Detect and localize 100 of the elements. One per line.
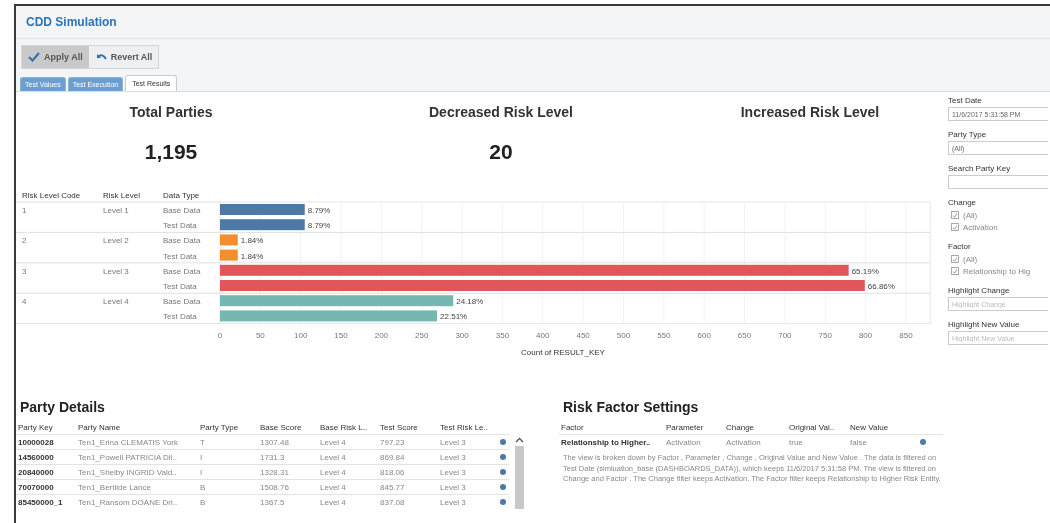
axis-tick-label: 150 <box>334 330 348 340</box>
table-cell: Level 4 <box>318 494 378 509</box>
column-header: Base Score <box>258 423 318 435</box>
apply-all-button[interactable]: Apply All <box>22 46 89 68</box>
checkbox[interactable] <box>951 255 959 263</box>
search-field[interactable] <box>948 175 1048 189</box>
row-header: Level 1 <box>103 206 129 215</box>
table-cell: 20840000 <box>16 464 76 480</box>
table-cell: 1307.48 <box>258 434 318 450</box>
table-cell: 10000028 <box>16 434 76 450</box>
row-header: Base Data <box>163 206 201 215</box>
row-header: 1 <box>22 206 27 215</box>
column-header: Change <box>724 423 787 435</box>
table-cell: 1367.5 <box>258 494 318 509</box>
table-cell: Activation <box>724 434 787 449</box>
kpi-title: Decreased Risk Level <box>429 104 573 120</box>
axis-tick-label: 700 <box>778 330 792 340</box>
axis-tick-label: 850 <box>899 330 913 340</box>
table-cell: 837.08 <box>378 494 438 509</box>
checkbox[interactable] <box>951 211 959 219</box>
table-cell: 1508.76 <box>258 479 318 495</box>
filter-label: Test Date <box>948 96 983 105</box>
axis-tick-label: 750 <box>818 330 832 340</box>
option-label: Relationship to Hig <box>963 266 1031 276</box>
column-header: Party Name <box>76 423 198 435</box>
dot-icon <box>500 483 506 490</box>
checkbox[interactable] <box>951 223 959 231</box>
table-cell: B <box>198 479 258 495</box>
checkbox[interactable] <box>951 267 959 275</box>
axis-tick-label: 500 <box>616 330 631 340</box>
column-header: Factor <box>559 423 664 435</box>
row-header: Test Data <box>163 221 197 231</box>
table-cell: 85450000_1 <box>16 494 76 509</box>
table-cell: Level 4 <box>318 434 378 450</box>
kpi-title: Increased Risk Level <box>740 104 880 120</box>
table-cell: true <box>787 434 848 449</box>
column-header: Base Risk L.. <box>318 423 378 435</box>
kpi-value: 1,195 <box>144 140 198 164</box>
table-cell: I <box>198 464 258 480</box>
column-header: Risk Level <box>103 191 140 200</box>
column-header: Test Score <box>378 423 438 435</box>
column-header: Party Key <box>16 423 76 435</box>
filter-label: Search Party Key <box>948 164 1012 173</box>
dot-icon <box>500 498 506 505</box>
section-title: Risk Factor Settings <box>563 399 700 415</box>
table-cell: 845.77 <box>378 479 438 495</box>
table-cell: 70070000 <box>16 479 76 495</box>
kpi-value: 20 <box>489 140 513 164</box>
row-header: Level 2 <box>103 236 129 246</box>
data-label: 65.19% <box>851 266 879 276</box>
column-header: Data Type <box>163 191 200 200</box>
row-header: Test Data <box>163 251 197 261</box>
table-cell: Level 3 <box>438 434 498 450</box>
axis-title: Count of RESULT_KEY <box>521 347 605 357</box>
table-cell: Activation <box>664 434 724 449</box>
column-header: Party Type <box>198 423 258 435</box>
check-icon <box>28 52 40 62</box>
data-label: 8.79% <box>307 221 331 231</box>
axis-tick-label: 800 <box>858 330 873 340</box>
option-label: (All) <box>963 210 978 220</box>
table-cell: Level 3 <box>438 464 498 480</box>
section-title: Party Details <box>20 399 106 415</box>
table-cell: Level 3 <box>438 494 498 509</box>
row-header: Test Data <box>163 282 197 291</box>
column-header: New Value <box>848 423 903 435</box>
table-cell: Level 4 <box>318 449 378 465</box>
table-cell: I <box>198 449 258 465</box>
table-cell: T <box>198 434 258 450</box>
row-header: Base Data <box>163 266 201 276</box>
table-cell: Level 4 <box>318 479 378 495</box>
table-cell: Level 4 <box>318 464 378 480</box>
axis-tick-label: 450 <box>576 330 590 340</box>
table-cell: 869.84 <box>378 449 438 465</box>
caret-icon[interactable] <box>515 437 524 443</box>
table-cell: Ten1_Erina CLEMATIS York <box>76 434 198 450</box>
table-cell: Level 3 <box>438 449 498 465</box>
axis-tick-label: 200 <box>374 330 389 340</box>
filter-label: Highlight Change <box>948 286 1011 295</box>
row-header: Level 3 <box>103 266 129 276</box>
row-header: Base Data <box>163 297 201 307</box>
data-label: 22.51% <box>440 312 468 322</box>
table-cell: 1731.3 <box>258 449 318 465</box>
axis-tick-label: 650 <box>737 330 752 340</box>
row-header: 4 <box>22 297 27 307</box>
table-cell: Ten1_Ransom DOANE Dri.. <box>76 494 198 509</box>
window-title: CDD Simulation <box>26 15 117 29</box>
data-label: 66.86% <box>867 282 895 291</box>
column-header: Parameter <box>664 423 724 435</box>
table-cell: 797.23 <box>378 434 438 450</box>
filter-label: Change <box>948 198 978 207</box>
axis-tick-label: 50 <box>255 330 265 340</box>
table-cell: Ten1_Powell PATRICIA Dil.. <box>76 449 198 465</box>
table-cell: 818.06 <box>378 464 438 480</box>
filter-label: Highlight New Value <box>948 320 1021 329</box>
axis-tick-label: 0 <box>217 330 223 340</box>
axis-tick-label: 400 <box>536 330 550 340</box>
row-header: 3 <box>22 266 27 276</box>
axis-tick-label: 600 <box>697 330 711 340</box>
option-label: (All) <box>963 254 978 264</box>
column-header: Risk Level Code <box>22 191 81 200</box>
